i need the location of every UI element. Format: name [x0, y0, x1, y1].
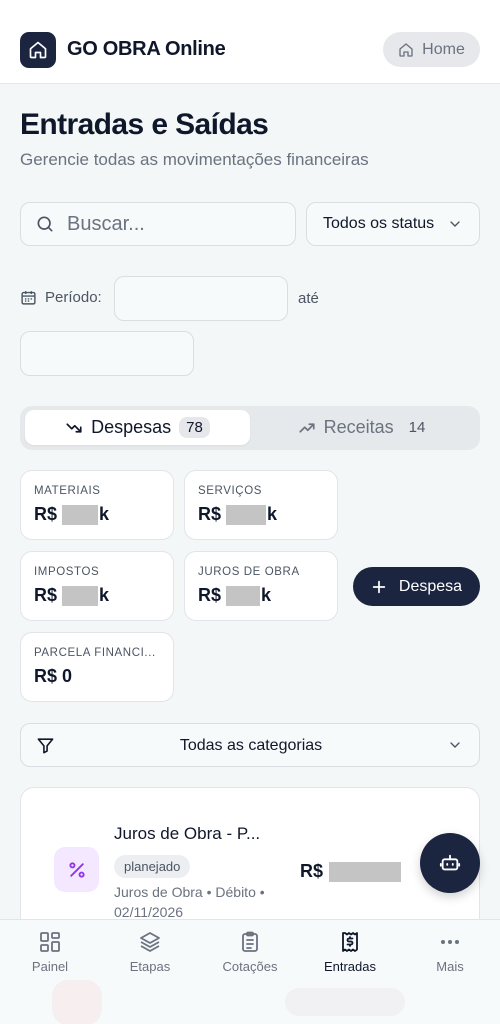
tab-receitas[interactable]: Receitas 14 [255, 410, 475, 445]
redacted-amount [62, 585, 99, 606]
currency-prefix: R$ [300, 861, 324, 881]
nav-item-painel[interactable]: Painel [0, 930, 100, 974]
amount-suffix: k [267, 504, 278, 524]
card-value: R$ k [198, 585, 324, 606]
page-title: Entradas e Saídas [20, 108, 269, 141]
search-input[interactable] [67, 212, 287, 236]
receipt-dollar-icon [342, 932, 358, 952]
redacted-amount [226, 585, 261, 606]
chevron-down-icon [450, 742, 460, 748]
nav-label: Mais [436, 959, 464, 974]
currency-prefix: R$ [34, 585, 58, 605]
home-logo-icon [29, 41, 47, 59]
card-value: R$ 0 [34, 666, 160, 687]
card-label: JUROS DE OBRA [198, 566, 300, 578]
redacted-amount [329, 861, 402, 882]
tab-receitas-count: 14 [408, 419, 426, 436]
top-bar: GO OBRA Online Home [0, 0, 500, 84]
chevron-down-icon [450, 221, 460, 227]
summary-card-impostos[interactable]: IMPOSTOS R$ k [20, 551, 174, 621]
trending-down-icon [66, 422, 82, 433]
trending-up-icon [299, 422, 315, 433]
background-ghost [52, 980, 102, 1024]
transaction-meta: Juros de Obra • Débito • 02/11/2026 [114, 884, 265, 920]
period-start-input[interactable] [114, 276, 288, 321]
background-ghost [285, 988, 405, 1016]
search-box[interactable] [20, 202, 296, 246]
plus-icon [372, 580, 386, 593]
card-label: PARCELA FINANCI... [34, 647, 156, 659]
period-end-input[interactable] [20, 331, 194, 376]
summary-card-parcela-financiamento[interactable]: PARCELA FINANCI... R$ 0 [20, 632, 174, 702]
card-label: MATERIAIS [34, 485, 101, 497]
nav-label: Painel [31, 959, 69, 974]
more-dots-icon [441, 940, 459, 944]
add-expense-button[interactable]: Despesa [353, 567, 480, 606]
status-badge: planejado [114, 855, 191, 878]
summary-card-juros-de-obra[interactable]: JUROS DE OBRA R$ k [184, 551, 338, 621]
assistant-bot-button[interactable] [420, 833, 480, 893]
amount-suffix: k [99, 504, 110, 524]
card-value: R$ k [34, 585, 160, 606]
card-value: R$ k [198, 504, 324, 525]
percent-icon [54, 847, 99, 892]
add-expense-label: Despesa [398, 577, 463, 595]
amount-suffix: k [261, 585, 272, 605]
tab-receitas-label: Receitas [323, 417, 394, 437]
clipboard-icon [242, 931, 258, 952]
category-filter-select[interactable]: Todas as categorias [20, 723, 480, 767]
period-label: Período: [20, 289, 102, 306]
category-filter-value: Todas as categorias [179, 737, 323, 754]
grid-icon [40, 932, 60, 952]
home-button[interactable]: Home [383, 32, 480, 67]
redacted-amount [62, 504, 99, 525]
summary-card-materiais[interactable]: MATERIAIS R$ k [20, 470, 174, 540]
tab-despesas-count: 78 [179, 417, 210, 438]
status-filter-select[interactable]: Todos os status [306, 202, 480, 246]
nav-item-etapas[interactable]: Etapas [100, 930, 200, 974]
nav-label: Entradas [323, 959, 377, 974]
amount-value: 0 [62, 666, 73, 686]
bottom-navigation: Painel Etapas Cotações Entradas Mais [0, 919, 500, 1024]
nav-label: Cotações [222, 959, 278, 974]
type-tabs: Despesas 78 Receitas 14 [20, 406, 480, 450]
home-button-label: Home [422, 40, 465, 58]
tab-despesas[interactable]: Despesas 78 [25, 410, 250, 445]
bot-icon [439, 854, 461, 871]
currency-prefix: R$ [34, 666, 58, 686]
status-filter-value: Todos os status [323, 215, 435, 232]
transaction-title: Juros de Obra - P... [114, 824, 261, 843]
currency-prefix: R$ [198, 504, 222, 524]
nav-item-entradas[interactable]: Entradas [300, 930, 400, 974]
period-label-text: Período: [45, 289, 102, 306]
nav-item-mais[interactable]: Mais [400, 930, 500, 974]
redacted-amount [226, 504, 267, 525]
nav-item-cotacoes[interactable]: Cotações [200, 930, 300, 974]
card-value: R$ k [34, 504, 160, 525]
card-label: SERVIÇOS [198, 485, 263, 497]
currency-prefix: R$ [198, 585, 222, 605]
amount-suffix: k [99, 585, 110, 605]
app-title: GO OBRA Online [67, 38, 226, 60]
period-to-label: até [298, 290, 319, 307]
nav-label: Etapas [129, 959, 171, 974]
transaction-amount: R$ [300, 861, 402, 882]
home-icon [399, 42, 413, 57]
card-label: IMPOSTOS [34, 566, 100, 578]
layers-icon [140, 932, 160, 952]
summary-card-servicos[interactable]: SERVIÇOS R$ k [184, 470, 338, 540]
calendar-icon [21, 291, 36, 305]
currency-prefix: R$ [34, 504, 58, 524]
page-subtitle: Gerencie todas as movimentações financei… [20, 150, 369, 169]
app-logo[interactable] [20, 32, 56, 68]
tab-despesas-label: Despesas [91, 417, 172, 437]
search-icon [37, 216, 53, 232]
